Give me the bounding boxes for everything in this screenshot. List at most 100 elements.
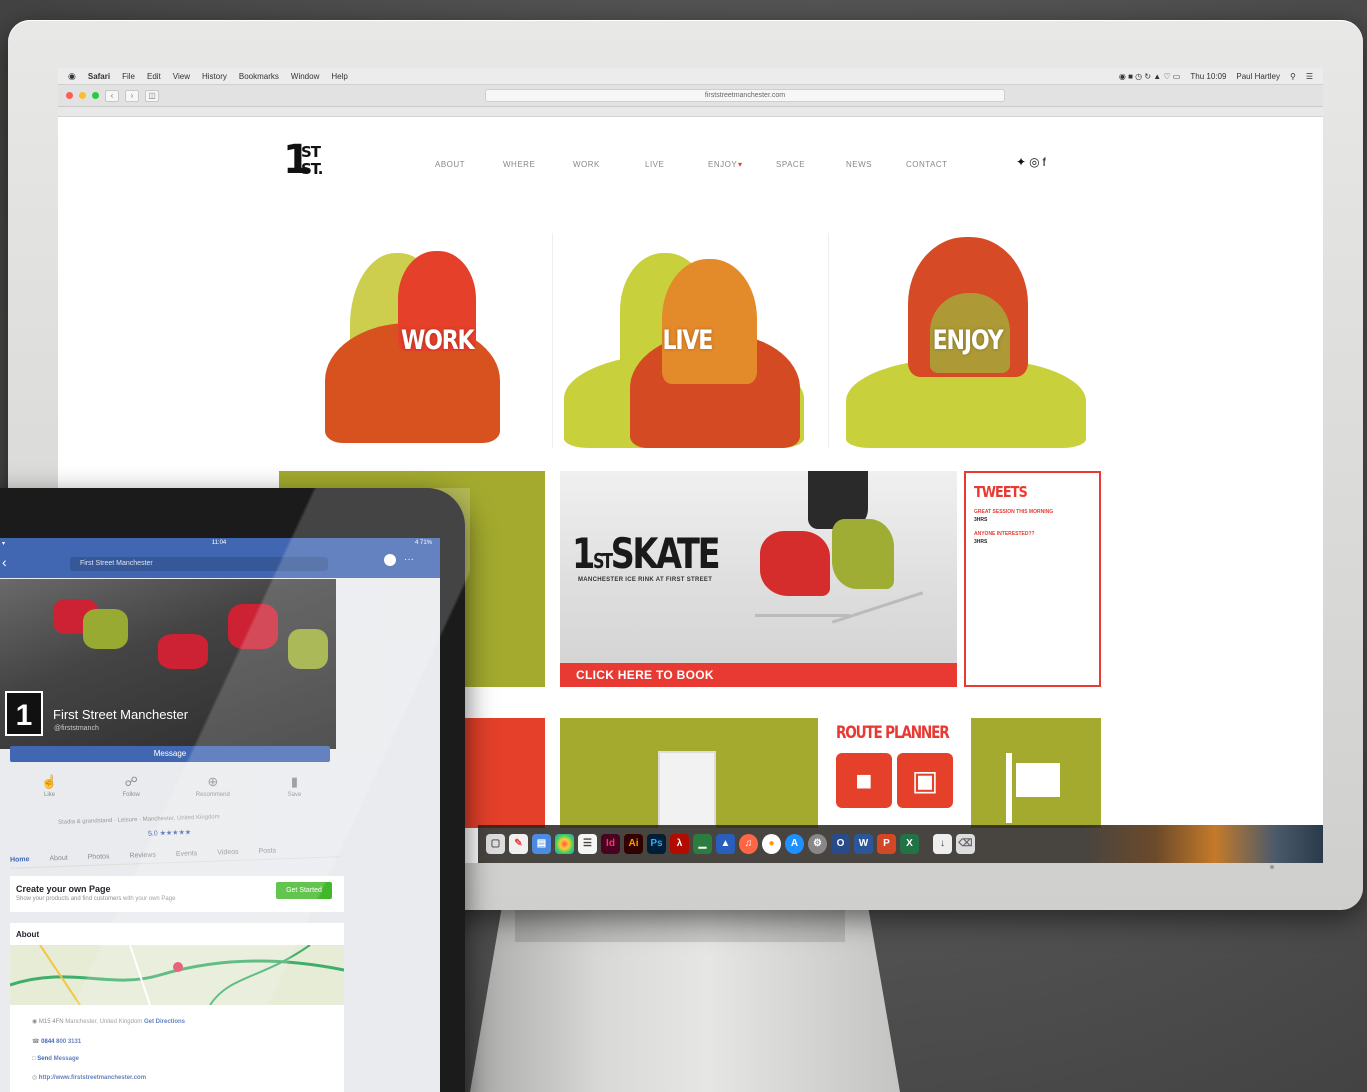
back-arrow-icon[interactable]: ‹ [2,554,7,570]
tile-property[interactable] [971,718,1101,828]
imac-power-led [1270,865,1274,869]
menu-help[interactable]: Help [331,72,347,81]
sidebar-toggle-icon[interactable]: ◫ [145,89,159,102]
back-button[interactable]: ‹ [105,89,119,102]
outlook-icon[interactable]: O [831,834,850,854]
more-options-icon[interactable]: ··· [404,554,414,565]
menu-history[interactable]: History [202,72,227,81]
indesign-icon[interactable]: Id [601,834,620,854]
nav-enjoy[interactable]: ENJOY [708,160,738,169]
forward-button[interactable]: › [125,89,139,102]
menu-user[interactable]: Paul Hartley [1236,72,1280,81]
nav-where[interactable]: WHERE [503,160,573,169]
tab-events[interactable]: Events [176,850,198,858]
menu-view[interactable]: View [173,72,190,81]
close-window-button[interactable] [66,92,73,99]
textedit-icon[interactable]: ✎ [509,834,528,854]
message-icon: □ [32,1056,36,1062]
spotlight-icon[interactable]: ⚲ [1290,72,1296,81]
instagram-icon[interactable]: ◎ [1029,155,1042,169]
facebook-search-input[interactable]: First Street Manchester [70,557,328,571]
tweet[interactable]: ANYONE INTERESTED?? 3HRS [974,531,1091,545]
nav-live[interactable]: LIVE [645,160,708,169]
messenger-icon[interactable] [384,554,396,566]
tab-photos[interactable]: Photos [88,853,110,861]
notification-icon[interactable]: ☰ [1306,72,1313,81]
minimize-window-button[interactable] [79,92,86,99]
tab-home[interactable]: Home [10,856,30,864]
book-button[interactable]: CLICK HERE TO BOOK [560,663,957,687]
nav-news[interactable]: NEWS [846,160,906,169]
tab-reviews[interactable]: Reviews [129,852,156,860]
app-store-icon[interactable]: A [785,834,804,854]
photoshop-icon[interactable]: Ps [647,834,666,854]
hero-enjoy[interactable]: ENJOY [846,233,1086,448]
hero-live[interactable]: LIVE [564,233,805,448]
menu-clock[interactable]: Thu 10:09 [1190,72,1226,81]
keynote-icon[interactable]: ▲ [716,834,735,854]
cover-photo[interactable]: 1 First Street Manchester @firststmanch [0,579,336,749]
message-button[interactable]: Message [10,746,330,762]
address-row[interactable]: ◉ M15 4FN Manchester, United Kingdom Get… [32,1018,185,1025]
numbers-icon[interactable]: ▁ [693,834,712,854]
menu-file[interactable]: File [122,72,135,81]
menu-window[interactable]: Window [291,72,319,81]
skate-banner[interactable]: 1STSKATE MANCHESTER ICE RINK AT FIRST ST… [560,471,957,687]
phone-row[interactable]: ☎ 0844 800 3131 [32,1038,81,1045]
word-icon[interactable]: W [854,834,873,854]
excel-icon[interactable]: X [900,834,919,854]
mac-dock: ▢ ✎ ▤ ☰ Id Ai Ps λ ▁ ▲ ♫ ● A ⚙ O W P X ↓ [478,825,1323,863]
tweet-time: 3HRS [974,517,988,523]
facebook-header: ▾ 11:04 4 71% ‹ First Street Manchester … [0,538,440,578]
nav-about[interactable]: ABOUT [435,160,503,169]
menu-app-name[interactable]: Safari [88,72,110,81]
ibooks-icon[interactable]: ● [762,834,781,854]
twitter-icon[interactable]: ✦ [1016,155,1029,169]
trash-icon[interactable]: ⌫ [956,834,975,854]
facebook-icon[interactable]: f [1043,155,1049,169]
recommend-button[interactable]: ⊕ Recommend [185,774,240,798]
tweets-title: TWEETS [974,483,1028,501]
menu-edit[interactable]: Edit [147,72,161,81]
tab-about[interactable]: About [49,855,68,863]
downloads-icon[interactable]: ↓ [933,834,952,854]
apple-icon[interactable]: ◉ [68,71,76,82]
location-map[interactable] [10,945,344,1005]
car-icon[interactable]: ■ [836,753,892,808]
tweet[interactable]: GREAT SESSION THIS MORNING 3HRS [974,509,1091,523]
website-row[interactable]: ◎ http://www.firststreetmanchester.com [32,1074,146,1081]
nav-contact[interactable]: CONTACT [906,160,966,169]
preview-icon[interactable]: ▤ [532,834,551,854]
zoom-window-button[interactable] [92,92,99,99]
system-preferences-icon[interactable]: ⚙ [808,834,827,854]
chrome-icon[interactable] [555,834,574,854]
get-started-button[interactable]: Get Started [276,882,332,899]
tab-posts[interactable]: Posts [258,847,276,855]
nav-work[interactable]: WORK [573,160,645,169]
tab-videos[interactable]: Videos [217,849,239,857]
status-icons[interactable]: ◉ ■ ◷ ↻ ▲ ♡ ▭ [1119,72,1180,81]
chevron-down-icon[interactable]: ▾ [738,160,776,169]
tile-news[interactable] [560,718,818,828]
finder-icon[interactable]: ▢ [486,834,505,854]
notes-icon[interactable]: ☰ [578,834,597,854]
get-directions-link[interactable]: Get Directions [144,1019,185,1025]
menu-bookmarks[interactable]: Bookmarks [239,72,279,81]
map-pin-icon [173,962,183,972]
site-logo[interactable]: 1 ST ST. [283,140,327,187]
globe-icon: ◎ [32,1075,38,1081]
illustrator-icon[interactable]: Ai [624,834,643,854]
bus-icon[interactable]: ▣ [897,753,953,808]
save-button[interactable]: ▮ Save [267,774,322,798]
powerpoint-icon[interactable]: P [877,834,896,854]
nav-space[interactable]: SPACE [776,160,846,169]
itunes-icon[interactable]: ♫ [739,834,758,854]
bookmarks-bar [58,107,1323,117]
hero-work[interactable]: WORK [320,233,555,448]
follow-button[interactable]: ☍ Follow [104,774,159,798]
message-row[interactable]: □ Send Message [32,1056,79,1062]
address-bar[interactable]: firststreetmanchester.com [485,89,1005,102]
acrobat-icon[interactable]: λ [670,834,689,854]
like-button[interactable]: ☝ Like [22,774,77,798]
page-avatar[interactable]: 1 [5,691,43,736]
